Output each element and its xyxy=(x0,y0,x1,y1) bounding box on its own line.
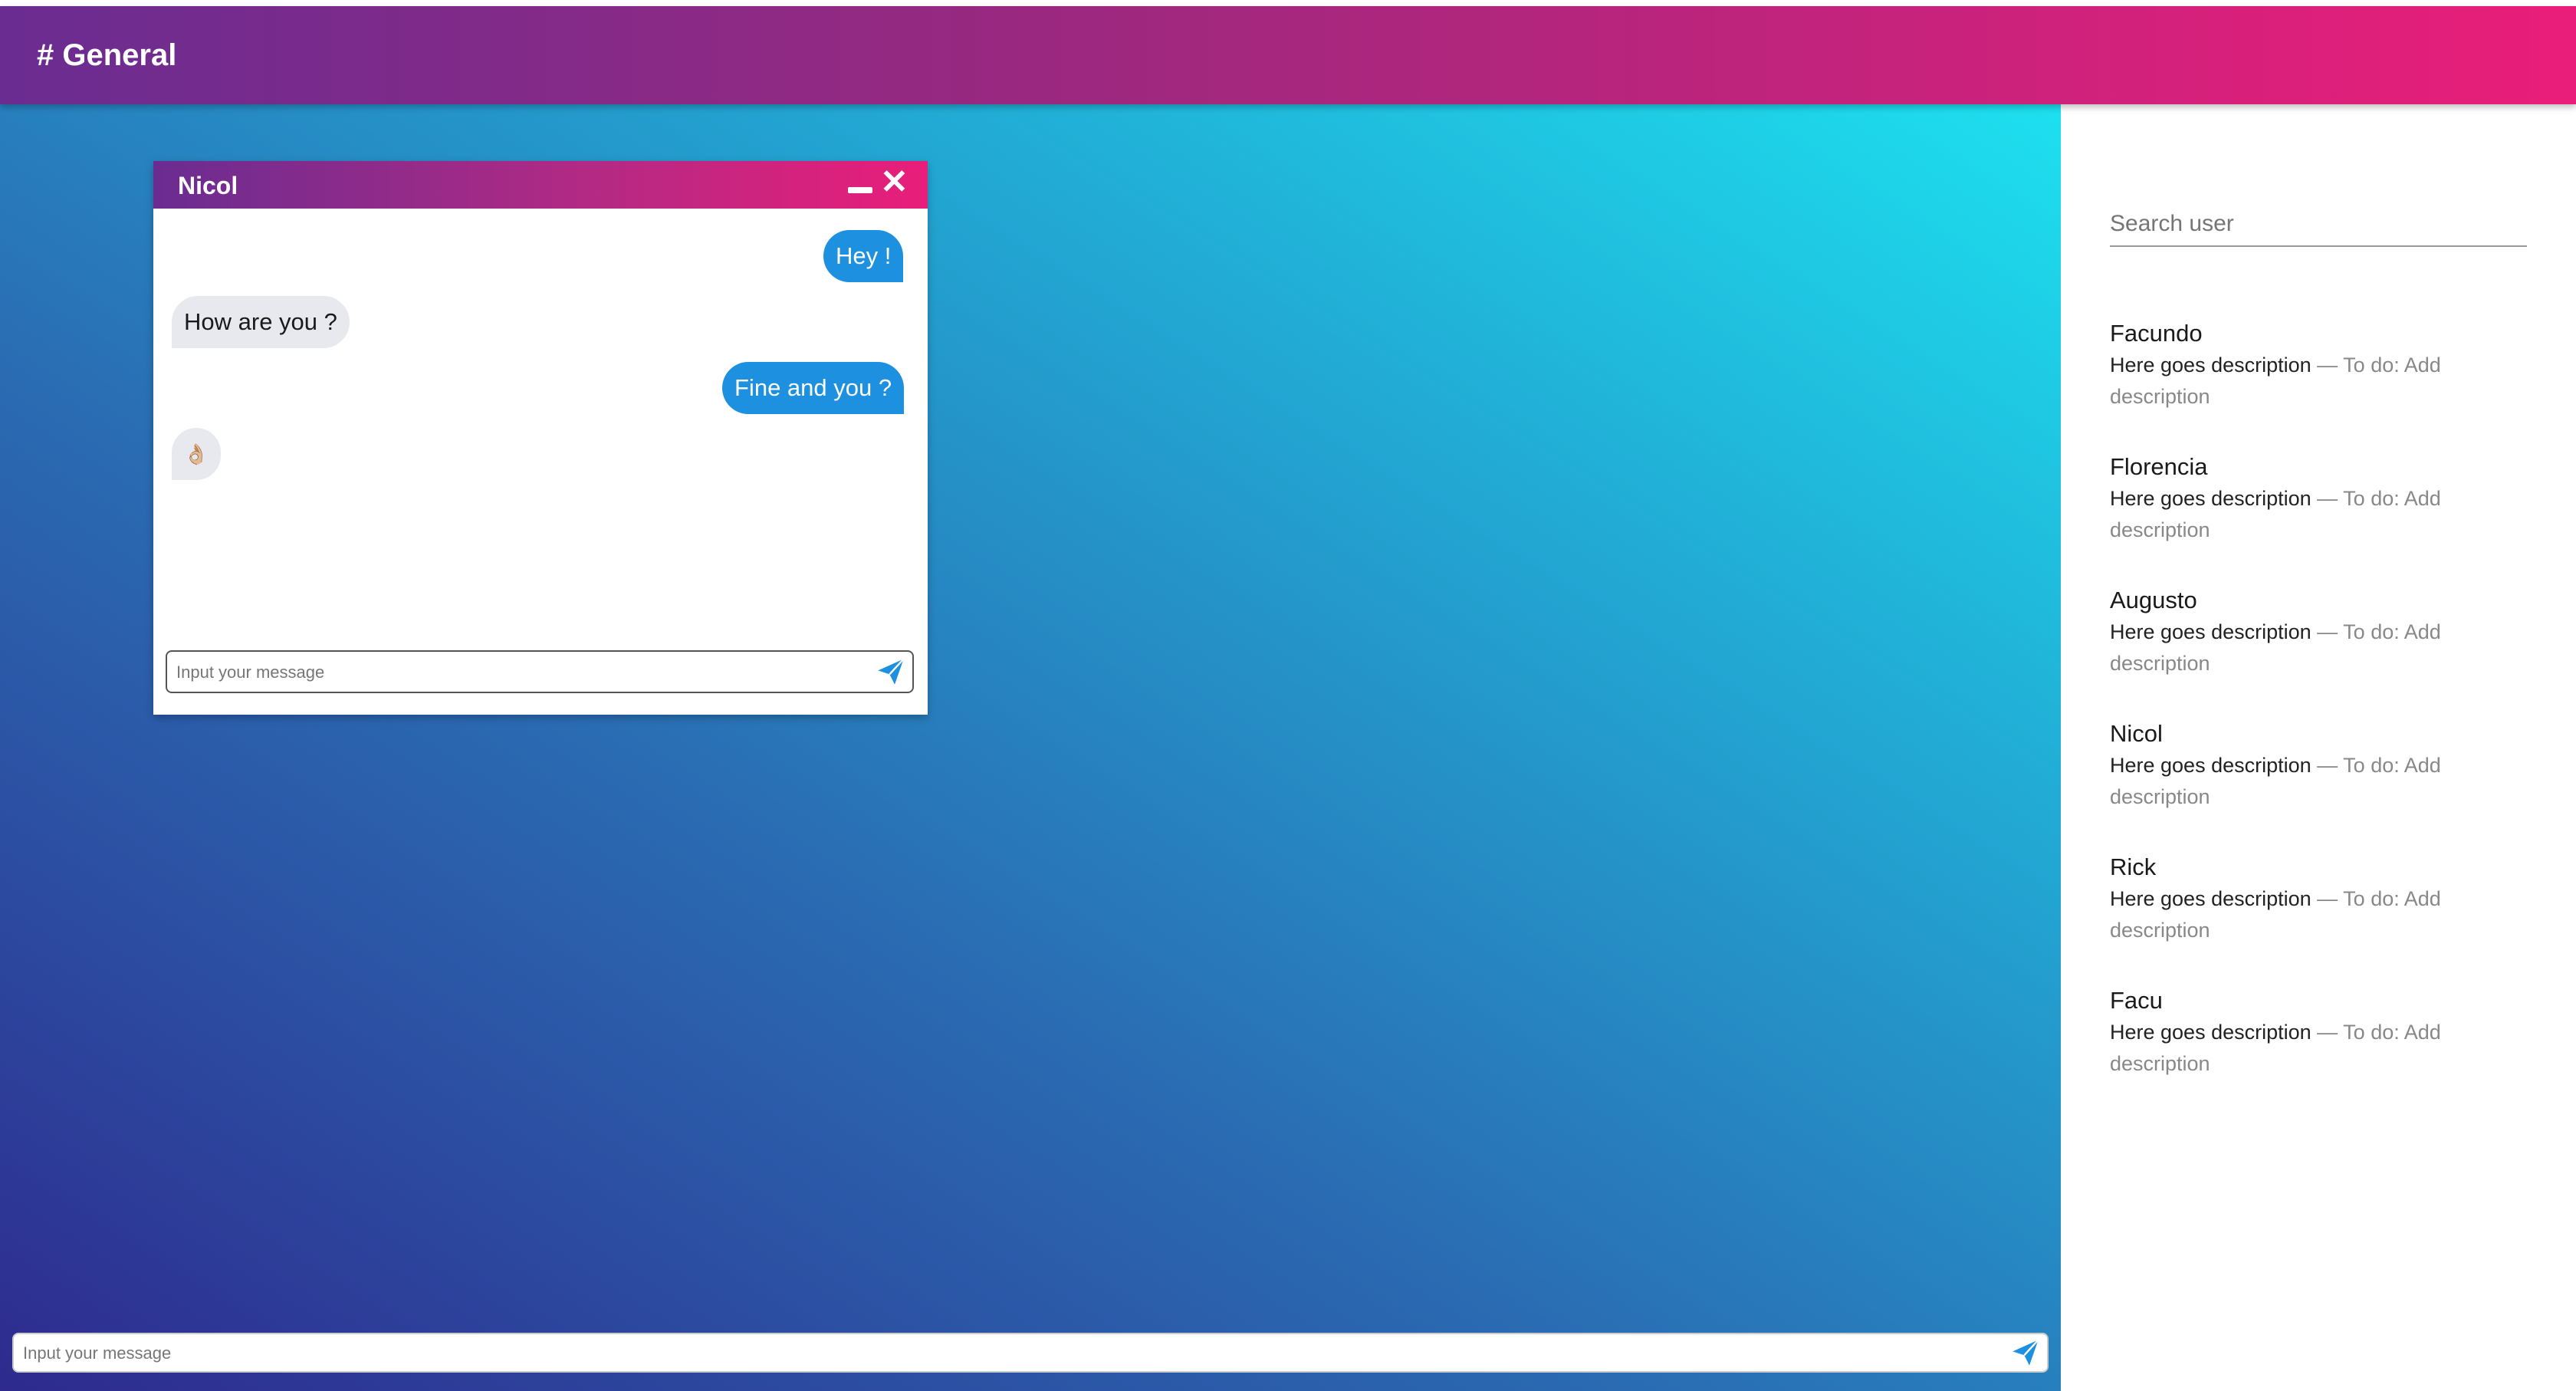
message-incoming-emoji: 👌🏼 xyxy=(172,428,221,480)
user-description: Here goes description — To do: Add descr… xyxy=(2110,617,2509,679)
user-list-item[interactable]: Facu Here goes description — To do: Add … xyxy=(2110,985,2539,1080)
message-incoming: How are you ? xyxy=(172,296,350,348)
user-name: Florencia xyxy=(2110,453,2208,480)
chat-window-header[interactable]: Nicol ✕ xyxy=(153,161,928,209)
user-description-primary: Here goes description xyxy=(2110,354,2312,377)
user-name: Rick xyxy=(2110,853,2157,880)
channel-title: # General xyxy=(37,38,177,72)
user-description: Here goes description — To do: Add descr… xyxy=(2110,1017,2509,1080)
minimize-icon[interactable] xyxy=(848,187,872,193)
user-description-primary: Here goes description xyxy=(2110,1021,2312,1044)
chat-window: Nicol ✕ Hey ! How are you ? Fine and you… xyxy=(153,161,928,715)
chat-contact-name: Nicol xyxy=(178,172,238,199)
user-list-item[interactable]: Facundo Here goes description — To do: A… xyxy=(2110,317,2539,413)
user-list-item[interactable]: Florencia Here goes description — To do:… xyxy=(2110,451,2539,546)
user-description-primary: Here goes description xyxy=(2110,887,2312,910)
user-description: Here goes description — To do: Add descr… xyxy=(2110,483,2509,546)
close-icon[interactable]: ✕ xyxy=(880,166,909,199)
user-list-item[interactable]: Nicol Here goes description — To do: Add… xyxy=(2110,718,2539,813)
user-description-primary: Here goes description xyxy=(2110,620,2312,643)
user-description: Here goes description — To do: Add descr… xyxy=(2110,350,2509,413)
search-user-field xyxy=(2110,204,2527,247)
global-message-input-container xyxy=(12,1333,2049,1373)
message-outgoing: Hey ! xyxy=(823,230,904,282)
top-app-bar: # General xyxy=(0,6,2576,104)
user-description: Here goes description — To do: Add descr… xyxy=(2110,750,2509,813)
send-icon[interactable] xyxy=(876,656,906,687)
chat-window-message-input[interactable] xyxy=(176,659,851,686)
user-description-primary: Here goes description xyxy=(2110,754,2312,777)
user-name: Facundo xyxy=(2110,320,2203,347)
user-name: Facu xyxy=(2110,987,2163,1014)
send-icon[interactable] xyxy=(2010,1337,2041,1368)
search-user-input[interactable] xyxy=(2110,204,2527,244)
user-description: Here goes description — To do: Add descr… xyxy=(2110,883,2509,946)
user-name: Nicol xyxy=(2110,720,2163,747)
chat-window-input-container xyxy=(166,650,914,693)
message-outgoing: Fine and you ? xyxy=(722,362,905,414)
users-sidebar: Facundo Here goes description — To do: A… xyxy=(2061,104,2576,1391)
user-description-primary: Here goes description xyxy=(2110,487,2312,510)
chat-area: Nicol ✕ Hey ! How are you ? Fine and you… xyxy=(0,104,2061,1391)
user-list-item[interactable]: Rick Here goes description — To do: Add … xyxy=(2110,851,2539,946)
user-name: Augusto xyxy=(2110,587,2197,613)
global-message-input[interactable] xyxy=(23,1341,1986,1366)
user-list-item[interactable]: Augusto Here goes description — To do: A… xyxy=(2110,584,2539,679)
